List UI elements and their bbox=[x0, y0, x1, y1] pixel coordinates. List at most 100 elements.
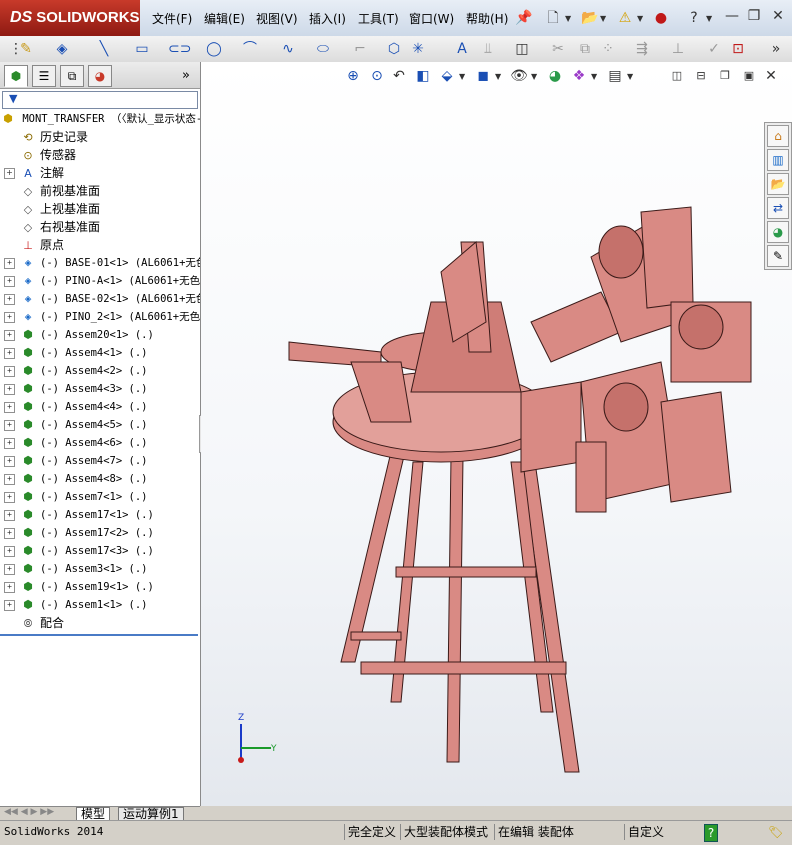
repair-icon[interactable]: ✓ bbox=[704, 39, 724, 59]
tab-scroll-arrows[interactable]: ◀◀ ◀ ▶ ▶▶ bbox=[4, 807, 54, 817]
point-icon[interactable]: ✳ bbox=[408, 39, 428, 59]
move-icon[interactable]: ⇶ bbox=[632, 39, 652, 59]
expand-icon[interactable]: + bbox=[4, 434, 16, 452]
expand-icon[interactable]: + bbox=[4, 272, 16, 290]
plus-icon[interactable]: + bbox=[4, 365, 15, 377]
rebuild-warning-icon[interactable]: ⚠ bbox=[615, 8, 635, 28]
tree-item[interactable]: ⊥ 原点 bbox=[0, 236, 200, 254]
plus-icon[interactable]: + bbox=[4, 293, 15, 305]
expand-icon[interactable]: + bbox=[4, 560, 16, 578]
tree-item[interactable]: ◇ 上视基准面 bbox=[0, 200, 200, 218]
plus-icon[interactable]: + bbox=[4, 563, 15, 575]
assembly-model[interactable] bbox=[201, 62, 792, 806]
plus-icon[interactable]: + bbox=[4, 401, 15, 413]
tree-item[interactable]: ◇ 右视基准面 bbox=[0, 218, 200, 236]
tree-item[interactable]: + ⬢ (-) Assem4<8> (.) bbox=[0, 470, 200, 488]
tree-item[interactable]: + ⬢ (-) Assem4<4> (.) bbox=[0, 398, 200, 416]
fillet-icon[interactable]: ⌐ bbox=[350, 39, 370, 59]
tab-display-manager[interactable]: ◕ bbox=[88, 65, 112, 87]
menu-tools[interactable]: 工具(T) bbox=[358, 10, 399, 27]
tab-feature-manager[interactable]: ⬢ bbox=[4, 65, 28, 87]
expand-icon[interactable]: + bbox=[4, 344, 16, 362]
tree-item[interactable]: + ⬢ (-) Assem17<1> (.) bbox=[0, 506, 200, 524]
circle-icon[interactable]: ◯ bbox=[204, 39, 224, 59]
tree-item[interactable]: ◇ 前视基准面 bbox=[0, 182, 200, 200]
tree-item[interactable]: + ⬢ (-) Assem1<1> (.) bbox=[0, 596, 200, 614]
plus-icon[interactable]: + bbox=[4, 275, 15, 287]
offset-icon[interactable]: ◫ bbox=[512, 39, 532, 59]
home-icon[interactable]: ⌂ bbox=[767, 125, 789, 147]
plus-icon[interactable]: + bbox=[4, 329, 15, 341]
menu-window[interactable]: 窗口(W) bbox=[409, 10, 454, 27]
exit-sketch-icon[interactable]: ⊡ bbox=[728, 39, 748, 59]
tabs-overflow-icon[interactable]: » bbox=[182, 68, 190, 83]
tree-item[interactable]: + ⬢ (-) Assem4<5> (.) bbox=[0, 416, 200, 434]
relations-icon[interactable]: ⊥ bbox=[668, 39, 688, 59]
plus-icon[interactable]: + bbox=[4, 599, 15, 611]
view-palette-icon[interactable]: ⇄ bbox=[767, 197, 789, 219]
line-icon[interactable]: ╲ bbox=[94, 39, 114, 59]
help-icon[interactable]: ? bbox=[684, 8, 704, 28]
sketch-icon[interactable]: ✎ bbox=[16, 39, 36, 59]
expand-icon[interactable]: + bbox=[4, 290, 16, 308]
expand-icon[interactable]: + bbox=[4, 380, 16, 398]
traffic-light-icon[interactable]: ● bbox=[651, 8, 671, 28]
convert-icon[interactable]: ⧉ bbox=[575, 39, 595, 59]
expand-icon[interactable]: + bbox=[4, 398, 16, 416]
open-dropdown-icon[interactable]: ▼ bbox=[600, 14, 606, 23]
tree-item[interactable]: + ⬢ (-) Assem17<2> (.) bbox=[0, 524, 200, 542]
tab-property-manager[interactable]: ☰ bbox=[32, 65, 56, 87]
plus-icon[interactable]: + bbox=[4, 509, 15, 521]
restore-icon[interactable]: ❐ bbox=[744, 6, 764, 26]
expand-icon[interactable]: + bbox=[4, 452, 16, 470]
rebuild-dropdown-icon[interactable]: ▼ bbox=[637, 14, 643, 23]
tree-item[interactable]: + ◈ (-) BASE-02<1> (AL6061+无色 bbox=[0, 290, 200, 308]
status-tag-icon[interactable]: 🏷 bbox=[768, 824, 783, 840]
expand-icon[interactable]: + bbox=[4, 416, 16, 434]
menu-edit[interactable]: 编辑(E) bbox=[204, 10, 245, 27]
tree-item[interactable]: ⦾ 配合 bbox=[0, 614, 200, 632]
tree-item[interactable]: + ⬢ (-) Assem4<1> (.) bbox=[0, 344, 200, 362]
polygon-icon[interactable]: ⬡ bbox=[384, 39, 404, 59]
custom-properties-icon[interactable]: ✎ bbox=[767, 245, 789, 267]
tree-item[interactable]: + ◈ (-) PINO-A<1> (AL6061+无色 bbox=[0, 272, 200, 290]
expand-icon[interactable]: + bbox=[4, 542, 16, 560]
tree-item[interactable]: ⟲ 历史记录 bbox=[0, 128, 200, 146]
mirror-icon[interactable]: ⫫ bbox=[478, 39, 498, 59]
tree-item[interactable]: + ⬢ (-) Assem3<1> (.) bbox=[0, 560, 200, 578]
tree-root[interactable]: ⬢ MONT_TRANSFER （〈默认_显示状态-1〉） bbox=[0, 110, 200, 128]
tree-item[interactable]: + ⬢ (-) Assem4<3> (.) bbox=[0, 380, 200, 398]
design-library-icon[interactable]: ▥ bbox=[767, 149, 789, 171]
file-explorer-icon[interactable]: 📂 bbox=[767, 173, 789, 195]
plus-icon[interactable]: + bbox=[4, 257, 15, 269]
tree-item[interactable]: + ⬢ (-) Assem19<1> (.) bbox=[0, 578, 200, 596]
toolbar-overflow-icon[interactable]: » bbox=[766, 39, 786, 59]
menu-file[interactable]: 文件(F) bbox=[152, 10, 192, 27]
tree-item[interactable]: + A 注解 bbox=[0, 164, 200, 182]
plus-icon[interactable]: + bbox=[4, 455, 15, 467]
status-units[interactable]: 自定义 bbox=[624, 824, 667, 840]
close-icon[interactable]: ✕ bbox=[768, 6, 788, 26]
plus-icon[interactable]: + bbox=[4, 491, 15, 503]
graphics-area[interactable]: ⊕ ⊙ ↶ ◧ ⬙ ▼ ◼ ▼ 👁 ▼ ◕ ❖ ▼ ▤ ▼ ◫ ⊟ ❐ ▣ ✕ bbox=[201, 62, 792, 806]
tab-configuration-manager[interactable]: ⧉ bbox=[60, 65, 84, 87]
pin-icon[interactable]: 📌 bbox=[514, 8, 534, 28]
status-help-button[interactable]: ? bbox=[704, 824, 718, 842]
solidworks-logo[interactable]: DS SOLIDWORKS bbox=[0, 0, 140, 36]
tree-item[interactable]: + ◈ (-) BASE-01<1> (AL6061+无色 bbox=[0, 254, 200, 272]
appearances-icon[interactable]: ◕ bbox=[767, 221, 789, 243]
tree-item[interactable]: + ⬢ (-) Assem4<7> (.) bbox=[0, 452, 200, 470]
tree-item[interactable]: + ⬢ (-) Assem17<3> (.) bbox=[0, 542, 200, 560]
filter-icon[interactable]: ▼ bbox=[9, 92, 17, 105]
plus-icon[interactable]: + bbox=[4, 383, 15, 395]
expand-icon[interactable]: + bbox=[4, 164, 16, 182]
text-icon[interactable]: A bbox=[452, 39, 472, 59]
tree-item[interactable]: + ⬢ (-) Assem7<1> (.) bbox=[0, 488, 200, 506]
expand-icon[interactable]: + bbox=[4, 308, 16, 326]
plus-icon[interactable]: + bbox=[4, 437, 15, 449]
minimize-icon[interactable]: — bbox=[722, 6, 742, 26]
new-dropdown-icon[interactable]: ▼ bbox=[565, 14, 571, 23]
expand-icon[interactable]: + bbox=[4, 578, 16, 596]
rectangle-icon[interactable]: ▭ bbox=[132, 39, 152, 59]
help-dropdown-icon[interactable]: ▼ bbox=[706, 14, 712, 23]
